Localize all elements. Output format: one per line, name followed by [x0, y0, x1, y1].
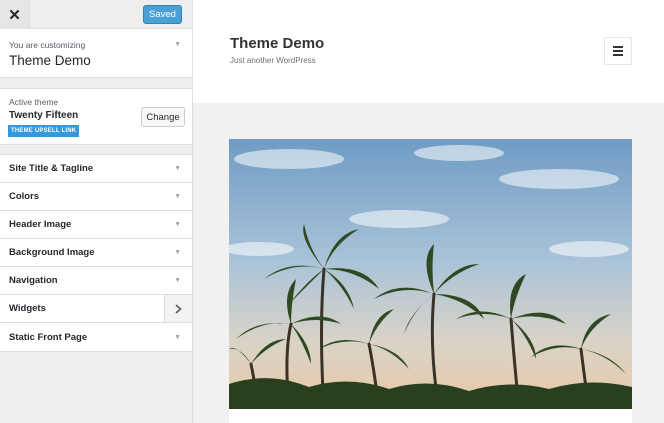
palm-trees-image: [229, 139, 632, 409]
section-widgets[interactable]: Widgets: [0, 295, 192, 323]
customizing-site-title: Theme Demo: [9, 53, 91, 68]
chevron-right-icon[interactable]: [164, 295, 192, 322]
section-navigation[interactable]: Navigation ▼: [0, 267, 192, 295]
section-background-image[interactable]: Background Image ▼: [0, 239, 192, 267]
section-title: Widgets: [9, 303, 46, 314]
caret-down-icon: ▼: [174, 221, 181, 228]
section-title: Header Image: [9, 219, 72, 230]
active-theme-label: Active theme: [9, 97, 59, 107]
section-static-front-page[interactable]: Static Front Page ▼: [0, 323, 192, 351]
saved-button[interactable]: Saved: [143, 5, 182, 24]
site-preview: Theme Demo Just another WordPress: [193, 0, 664, 423]
section-title: Static Front Page: [9, 331, 88, 343]
customizer-sidebar: ✕ Saved You are customizing Theme Demo ▼…: [0, 0, 193, 423]
active-theme-panel: Active theme Twenty Fifteen THEME UPSELL…: [0, 88, 192, 145]
hamburger-icon: [613, 46, 623, 48]
featured-image[interactable]: [229, 139, 632, 409]
customizing-info[interactable]: You are customizing Theme Demo ▼: [0, 29, 192, 78]
section-colors[interactable]: Colors ▼: [0, 183, 192, 211]
section-site-title-tagline[interactable]: Site Title & Tagline ▼: [0, 155, 192, 183]
site-title[interactable]: Theme Demo: [230, 35, 324, 52]
caret-down-icon[interactable]: ▼: [174, 41, 181, 48]
section-title: Colors: [9, 191, 40, 202]
change-theme-button[interactable]: Change: [141, 107, 185, 127]
theme-upsell-link[interactable]: THEME UPSELL LINK: [8, 125, 80, 137]
caret-down-icon: ▼: [174, 333, 181, 341]
section-title: Background Image: [9, 247, 95, 258]
site-tagline: Just another WordPress: [230, 56, 316, 65]
close-customizer-button[interactable]: ✕: [0, 0, 30, 29]
customizing-label: You are customizing: [9, 40, 86, 50]
caret-down-icon: ▼: [174, 277, 181, 284]
section-header-image[interactable]: Header Image ▼: [0, 211, 192, 239]
site-header: Theme Demo Just another WordPress: [193, 0, 664, 103]
post-card: [229, 139, 632, 423]
close-icon: ✕: [8, 6, 21, 24]
menu-toggle-button[interactable]: [604, 37, 632, 65]
caret-down-icon: ▼: [174, 249, 181, 256]
section-title: Site Title & Tagline: [9, 163, 94, 174]
customizer-sections: Site Title & Tagline ▼ Colors ▼ Header I…: [0, 154, 192, 352]
section-title: Navigation: [9, 275, 58, 286]
caret-down-icon: ▼: [174, 193, 181, 200]
customizer-header: ✕ Saved: [0, 0, 192, 29]
caret-down-icon: ▼: [174, 165, 181, 172]
